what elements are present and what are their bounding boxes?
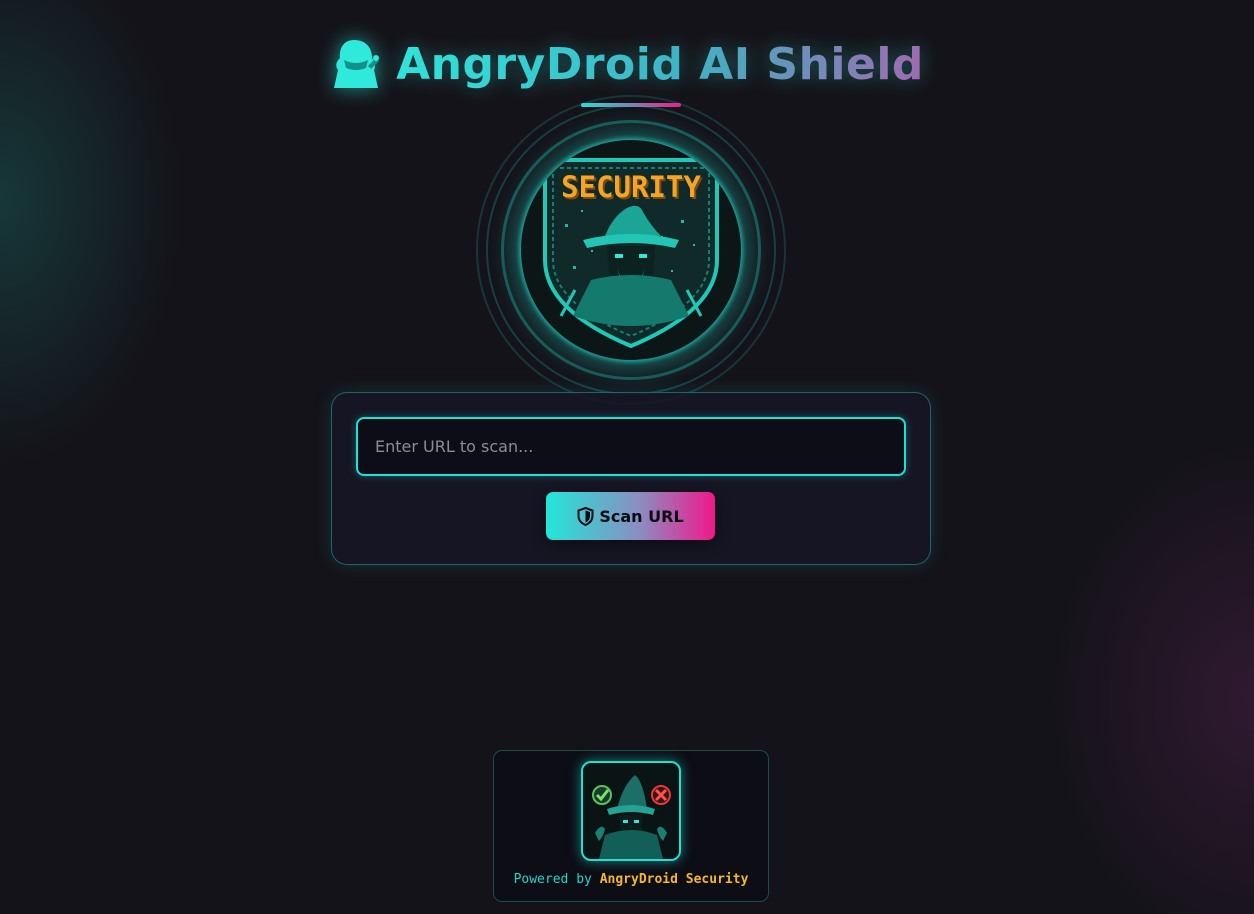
hooded-figure-icon xyxy=(334,40,380,88)
scan-url-button[interactable]: Scan URL xyxy=(546,492,715,540)
wizard-check-cross-icon xyxy=(592,775,671,859)
footer-logo xyxy=(581,761,681,861)
shield-icon xyxy=(577,506,594,526)
security-emblem: SECURITY xyxy=(521,140,741,360)
url-input[interactable] xyxy=(356,417,906,476)
page-title: AngryDroid AI Shield xyxy=(396,38,924,90)
scan-url-label: Scan URL xyxy=(599,506,684,526)
page-header: AngryDroid AI Shield xyxy=(0,32,1254,96)
footer-brand: AngryDroid Security xyxy=(599,872,749,887)
footer-credit: Powered by AngryDroid Security xyxy=(493,872,769,887)
footer-prefix: Powered by xyxy=(513,872,592,887)
emblem-word: SECURITY xyxy=(561,170,701,204)
